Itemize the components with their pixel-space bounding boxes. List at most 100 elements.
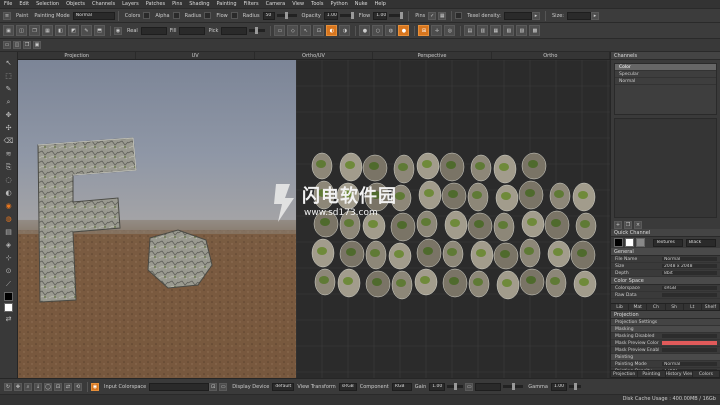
menu-item-tools[interactable]: Tools — [311, 1, 323, 7]
sphere-dark-icon[interactable]: ● — [359, 25, 371, 36]
sample-icon[interactable]: ⊙ — [4, 266, 14, 276]
input-colorspace-dropdown[interactable] — [149, 382, 210, 391]
layer-item[interactable]: Normal — [615, 78, 716, 85]
sphere-grey-icon[interactable]: ◍ — [385, 25, 397, 36]
property-value[interactable]: Normal — [662, 362, 717, 366]
pins-toggle-icon[interactable]: ✓ — [428, 11, 437, 20]
fill-tool-icon[interactable]: ◍ — [4, 214, 14, 224]
texel-checkbox[interactable] — [455, 12, 463, 19]
property-value[interactable] — [662, 293, 717, 297]
pointer-icon[interactable]: ↖ — [300, 25, 312, 36]
wireframe-icon[interactable]: ◇ — [287, 25, 299, 36]
menu-item-painting[interactable]: Painting — [217, 1, 237, 7]
component-dropdown[interactable]: RGB — [391, 382, 412, 391]
tab-ortho-uv[interactable]: Ortho/UV — [255, 52, 374, 59]
painting-mode-dropdown[interactable]: Normal — [72, 11, 115, 20]
view-transform-dropdown[interactable]: sRGB — [338, 382, 357, 391]
blur-icon[interactable]: ◌ — [4, 175, 14, 185]
frame-all-icon[interactable]: ◯ — [44, 382, 52, 391]
clone-icon[interactable]: ⎘ — [4, 162, 14, 172]
tab-painting[interactable]: Painting — [638, 371, 666, 377]
view-icon-1[interactable]: ▤ — [464, 25, 476, 36]
move-icon[interactable]: ✥ — [4, 110, 14, 120]
menu-item-edit[interactable]: Edit — [19, 1, 29, 7]
rotate-icon[interactable]: ↻ — [4, 382, 12, 391]
menu-item-patches[interactable]: Patches — [146, 1, 165, 7]
smear-icon[interactable]: ≋ — [4, 149, 14, 159]
tab-shelf[interactable]: Shelf — [702, 304, 720, 310]
measure-icon[interactable]: ⟋ — [4, 279, 14, 289]
lock-view-icon[interactable]: ⊡ — [209, 382, 218, 391]
exposure-field[interactable] — [475, 382, 502, 391]
option-slider[interactable] — [249, 27, 266, 34]
flow-checkbox[interactable] — [230, 12, 238, 19]
shelf-icon-2[interactable]: ◫ — [13, 41, 21, 49]
brush-icon[interactable]: ✎ — [81, 25, 92, 36]
menu-item-channels[interactable]: Channels — [92, 1, 115, 7]
exposure-slider[interactable] — [503, 383, 524, 390]
marquee-icon[interactable]: ⬚ — [4, 71, 14, 81]
real-field[interactable] — [140, 26, 167, 35]
tab-mat[interactable]: Mat — [629, 304, 648, 310]
shelf-icon-1[interactable]: ▭ — [3, 41, 11, 49]
background-color-swatch[interactable] — [4, 303, 13, 312]
delete-channel-icon[interactable]: × — [634, 220, 642, 229]
menu-item-camera[interactable]: Camera — [266, 1, 286, 7]
tab-colors[interactable]: Colors — [693, 371, 720, 377]
tab-ch[interactable]: Ch — [647, 304, 666, 310]
menu-icon[interactable]: ≡ — [3, 11, 11, 20]
radius-field[interactable]: 50 — [262, 11, 275, 20]
radius-checkbox[interactable] — [204, 12, 212, 19]
add-channel-icon[interactable]: + — [614, 220, 622, 229]
tab-lt[interactable]: Lt — [684, 304, 702, 310]
brush-tool-icon[interactable]: ✎ — [4, 84, 14, 94]
swap-colors-icon[interactable]: ⇄ — [4, 314, 14, 324]
sphere-orange-icon[interactable]: ● — [398, 25, 410, 36]
crosshair-icon[interactable]: ✛ — [431, 25, 443, 36]
paint-through-icon[interactable]: ◐ — [326, 25, 338, 36]
slice-icon[interactable]: ◈ — [4, 240, 14, 250]
menu-item-shading[interactable]: Shading — [189, 1, 209, 7]
layer-item[interactable]: Specular — [615, 71, 716, 78]
property-value[interactable] — [662, 334, 717, 338]
foreground-color-swatch[interactable] — [4, 292, 13, 301]
menu-item-python[interactable]: Python — [330, 1, 347, 7]
zoom-icon[interactable]: ⌕ — [4, 97, 14, 107]
dodge-icon[interactable]: ◐ — [4, 188, 14, 198]
property-value[interactable] — [662, 348, 717, 352]
radius-slider[interactable] — [276, 12, 297, 19]
menu-item-view[interactable]: View — [292, 1, 304, 7]
occlusion-icon[interactable]: ◑ — [339, 25, 351, 36]
view-icon-4[interactable]: ▧ — [503, 25, 515, 36]
reset-icon[interactable]: ⟲ — [74, 382, 82, 391]
display-icon[interactable]: ▭ — [274, 25, 286, 36]
menu-item-selection[interactable]: Selection — [36, 1, 59, 7]
menu-item-nuke[interactable]: Nuke — [355, 1, 368, 7]
grid-snap-icon[interactable]: ⊞ — [418, 25, 430, 36]
opacity-field[interactable]: 1.000 — [323, 11, 338, 20]
view-icon-5[interactable]: ▨ — [516, 25, 528, 36]
flow-field[interactable]: 1.000 — [373, 11, 388, 20]
gamma-slider[interactable] — [569, 383, 581, 390]
stamp-icon[interactable]: ⬒ — [94, 25, 105, 36]
fit-icon[interactable]: ⊡ — [54, 382, 62, 391]
tab-projection[interactable]: Projection — [18, 52, 137, 59]
layers-icon[interactable]: ❐ — [29, 25, 40, 36]
quick-channel-fill[interactable]: Black — [686, 238, 716, 247]
zoom-tool-icon[interactable]: ⌕ — [24, 382, 32, 391]
pin-grid-icon[interactable]: ▦ — [438, 11, 447, 20]
opacity-slider[interactable] — [339, 12, 354, 19]
view-icon-3[interactable]: ▦ — [490, 25, 502, 36]
texel-arrow-icon[interactable]: ▸ — [532, 11, 540, 20]
tab-sh[interactable]: Sh — [666, 304, 684, 310]
alpha-checkbox[interactable] — [172, 12, 180, 19]
tab-projection[interactable]: Projection — [611, 371, 639, 377]
quick-black-swatch[interactable] — [614, 238, 623, 247]
lock-icon[interactable]: ⊡ — [313, 25, 325, 36]
layer-item[interactable]: Color — [615, 64, 716, 71]
view-icon-6[interactable]: ▩ — [529, 25, 541, 36]
menu-item-help[interactable]: Help — [374, 1, 385, 7]
down-arrow-icon[interactable]: ↓ — [34, 382, 42, 391]
property-value[interactable] — [662, 341, 717, 345]
colors-checkbox[interactable] — [143, 12, 151, 19]
